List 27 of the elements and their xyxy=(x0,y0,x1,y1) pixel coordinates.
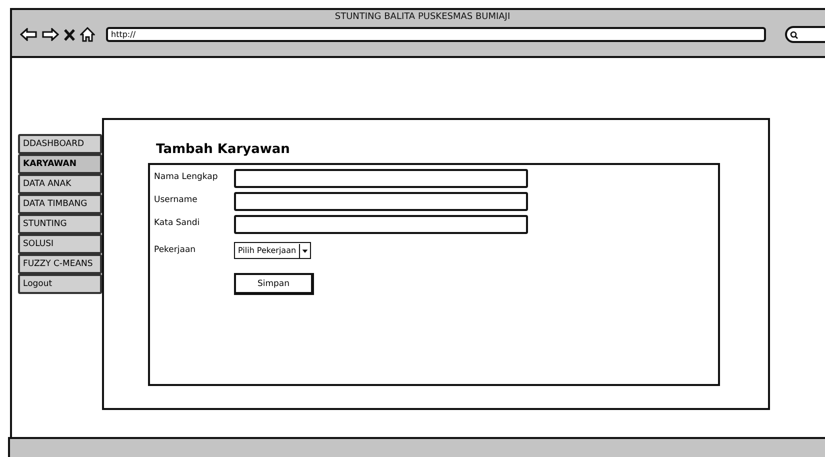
sidebar-item[interactable]: DATA ANAK xyxy=(18,174,102,194)
caret-icon xyxy=(299,244,310,258)
field-label: Nama Lengkap xyxy=(154,171,219,183)
sidebar-item[interactable]: STUNTING xyxy=(18,214,102,234)
search-icon xyxy=(790,30,798,38)
home-icon[interactable] xyxy=(80,27,95,42)
sidebar-item[interactable]: FUZZY C-MEANS xyxy=(18,254,102,274)
job-dropdown[interactable]: Pilih Pekerjaan xyxy=(234,242,312,259)
close-icon[interactable] xyxy=(64,28,75,40)
form-title: Tambah Karyawan xyxy=(156,142,291,157)
input-field[interactable] xyxy=(234,192,528,211)
field-label: Pekerjaan xyxy=(154,244,197,256)
field-label: Kata Sandi xyxy=(154,217,201,229)
forward-arrow-icon[interactable] xyxy=(42,28,59,41)
input-field[interactable] xyxy=(234,169,528,188)
sidebar-item[interactable]: DDASHBOARD xyxy=(18,134,102,154)
sidebar-item[interactable]: KARYAWAN xyxy=(18,154,102,174)
address-field[interactable]: http:// xyxy=(106,27,766,42)
window-title: STUNTING BALITA PUSKESMAS BUMIAJI xyxy=(334,12,512,24)
save-button[interactable]: Simpan xyxy=(234,273,314,295)
input-field[interactable] xyxy=(234,215,528,234)
search-field[interactable] xyxy=(785,26,825,43)
sidebar-item[interactable]: SOLUSI xyxy=(18,234,102,254)
sidebar-item[interactable]: DATA TIMBANG xyxy=(18,194,102,214)
sidebar-item[interactable]: Logout xyxy=(18,274,102,294)
field-label: Username xyxy=(154,194,198,206)
back-arrow-icon[interactable] xyxy=(20,28,37,41)
